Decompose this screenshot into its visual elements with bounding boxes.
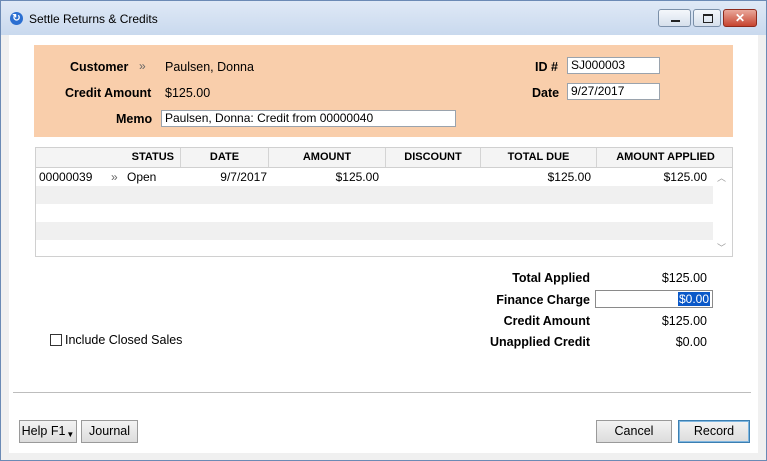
- total-applied-label: Total Applied: [512, 271, 590, 285]
- row-status: Open: [127, 170, 157, 184]
- customer-label: Customer: [70, 60, 129, 74]
- window-title: Settle Returns & Credits: [29, 12, 158, 26]
- scroll-down-icon[interactable]: ﹀: [717, 241, 726, 254]
- include-closed-sales-checkbox[interactable]: [50, 334, 62, 346]
- credit-amount-label: Credit Amount: [65, 86, 152, 100]
- help-button[interactable]: Help F1▼: [19, 420, 77, 443]
- help-button-label: Help F1: [21, 424, 66, 438]
- include-closed-sales-label[interactable]: Include Closed Sales: [65, 333, 182, 347]
- double-chevron-right-icon[interactable]: »: [139, 59, 146, 73]
- dialog-body: Customer » Paulsen, Donna Credit Amount …: [9, 35, 758, 453]
- column-date[interactable]: DATE: [181, 148, 269, 167]
- row-id: 00000039: [39, 170, 93, 184]
- column-status[interactable]: STATUS: [36, 148, 181, 167]
- credit-amount-summary-label: Credit Amount: [503, 314, 590, 328]
- column-amount[interactable]: AMOUNT: [269, 148, 386, 167]
- settle-returns-window: ↻ Settle Returns & Credits ✕ Customer » …: [0, 0, 767, 461]
- maximize-button[interactable]: [693, 9, 721, 27]
- unapplied-credit-label: Unapplied Credit: [489, 335, 590, 349]
- refresh-icon: ↻: [10, 12, 23, 25]
- close-icon: ✕: [734, 11, 746, 25]
- finance-charge-input[interactable]: $0.00: [595, 290, 713, 308]
- minimize-icon: [671, 20, 680, 22]
- finance-charge-value: $0.00: [677, 292, 710, 306]
- invoice-grid[interactable]: STATUS DATE AMOUNT DISCOUNT TOTAL DUE AM…: [35, 147, 733, 257]
- divider: [13, 392, 751, 393]
- empty-row: [36, 204, 713, 222]
- customer-name: Paulsen, Donna: [165, 60, 254, 74]
- date-input[interactable]: 9/27/2017: [567, 83, 660, 100]
- row-amount-applied: $125.00: [663, 170, 707, 184]
- unapplied-credit-value: $0.00: [675, 335, 707, 349]
- scroll-up-icon[interactable]: ︿: [717, 171, 726, 184]
- table-row[interactable]: 00000039 » Open 9/7/2017 $125.00 $125.00…: [36, 168, 713, 186]
- journal-button[interactable]: Journal: [81, 420, 138, 443]
- empty-row: [36, 186, 713, 204]
- finance-charge-label: Finance Charge: [496, 293, 590, 307]
- row-date: 9/7/2017: [220, 170, 267, 184]
- column-total-due[interactable]: TOTAL DUE: [481, 148, 597, 167]
- id-input[interactable]: SJ000003: [567, 57, 660, 74]
- row-discount: [386, 168, 476, 186]
- double-chevron-right-icon[interactable]: »: [111, 168, 118, 186]
- credit-amount-value: $125.00: [165, 86, 211, 100]
- total-applied-value: $125.00: [661, 271, 707, 285]
- empty-row: [36, 222, 713, 240]
- memo-input[interactable]: Paulsen, Donna: Credit from 00000040: [161, 110, 456, 127]
- header-panel: Customer » Paulsen, Donna Credit Amount …: [34, 45, 733, 137]
- title-bar[interactable]: ↻ Settle Returns & Credits ✕: [1, 1, 766, 35]
- maximize-icon: [703, 14, 713, 23]
- column-amount-applied[interactable]: AMOUNT APPLIED: [597, 148, 734, 167]
- minimize-button[interactable]: [658, 9, 691, 27]
- row-amount: $125.00: [335, 170, 379, 184]
- memo-label: Memo: [116, 112, 153, 126]
- record-button[interactable]: Record: [678, 420, 750, 443]
- date-label: Date: [532, 86, 560, 100]
- cancel-button[interactable]: Cancel: [596, 420, 672, 443]
- id-label: ID #: [535, 60, 558, 74]
- close-button[interactable]: ✕: [723, 9, 757, 27]
- caret-down-icon: ▼: [66, 430, 75, 439]
- row-total-due: $125.00: [547, 170, 591, 184]
- column-discount[interactable]: DISCOUNT: [386, 148, 481, 167]
- credit-amount-summary-value: $125.00: [661, 314, 707, 328]
- grid-header: STATUS DATE AMOUNT DISCOUNT TOTAL DUE AM…: [36, 148, 732, 168]
